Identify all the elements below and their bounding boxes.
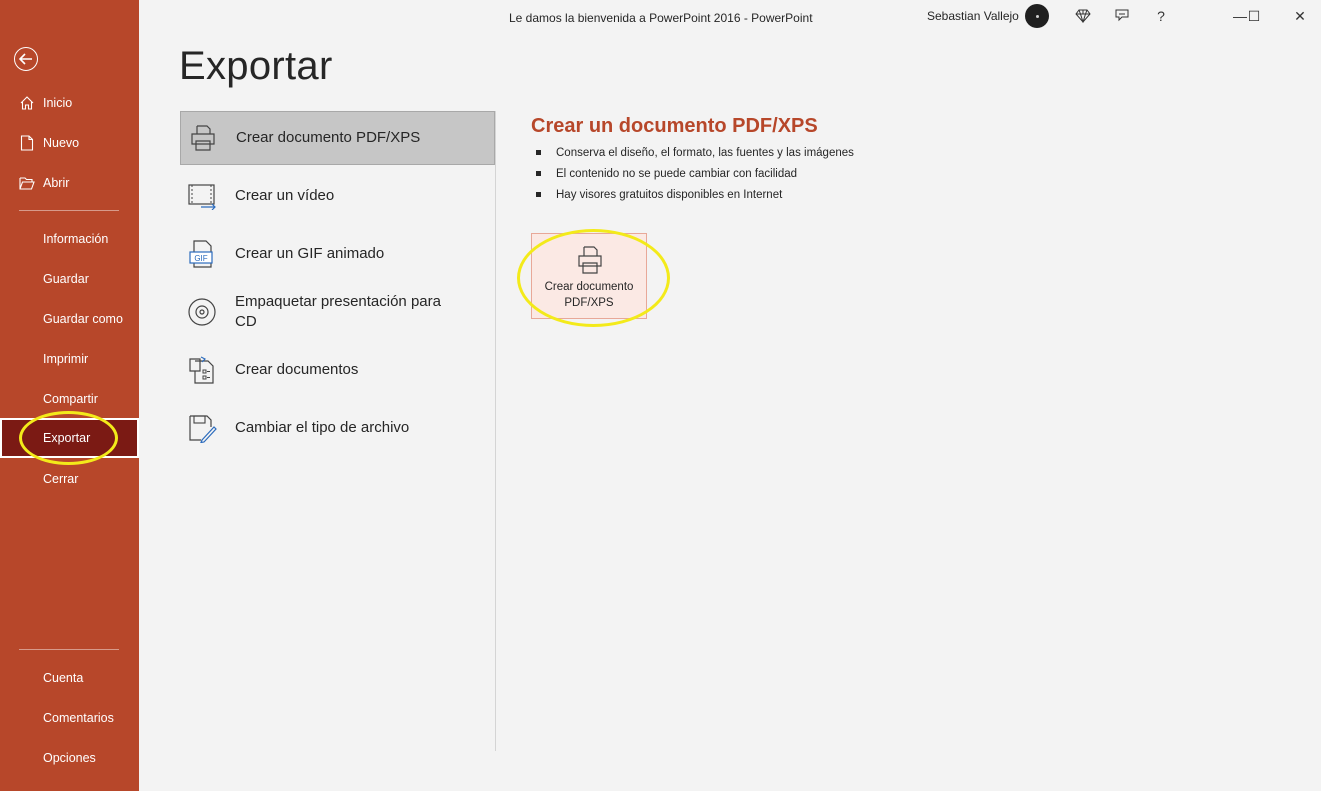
nav-item-inicio[interactable]: Inicio [0, 83, 139, 123]
video-icon [187, 180, 217, 212]
detail-bullet: Hay visores gratuitos disponibles en Int… [535, 187, 854, 208]
detail-bullet: El contenido no se puede cambiar con fac… [535, 166, 854, 187]
pdf-document-icon [188, 122, 218, 154]
nav-item-cuenta[interactable]: Cuenta [0, 658, 139, 698]
detail-title: Crear un documento PDF/XPS [531, 115, 818, 137]
nav-item-label: Información [43, 232, 109, 246]
change-file-type-icon [187, 412, 217, 444]
export-option-package-cd[interactable]: Empaquetar presentación para CD [180, 285, 495, 339]
pane-divider [495, 111, 496, 751]
window-title: Le damos la bienvenida a PowerPoint 2016… [509, 11, 813, 25]
nav-item-label: Comentarios [43, 711, 114, 725]
nav-item-cerrar[interactable]: Cerrar [0, 459, 139, 499]
gif-icon-text: GIF [194, 254, 207, 263]
detail-bullet-list: Conserva el diseño, el formato, las fuen… [535, 145, 854, 208]
nav-item-opciones[interactable]: Opciones [0, 738, 139, 778]
detail-bullet: Conserva el diseño, el formato, las fuen… [535, 145, 854, 166]
nav-item-label: Inicio [43, 96, 73, 110]
nav-item-label: Nuevo [43, 136, 80, 150]
nav-item-imprimir[interactable]: Imprimir [0, 339, 139, 379]
nav-item-informacion[interactable]: Información [0, 219, 139, 259]
nav-item-label: Compartir [43, 392, 98, 406]
export-option-label: Crear un vídeo [235, 187, 335, 204]
create-pdf-xps-button-label: Crear documento PDF/XPS [544, 281, 634, 309]
pdf-document-icon [575, 245, 605, 275]
nav-divider [19, 649, 119, 650]
export-option-gif[interactable]: GIF Crear un GIF animado [180, 227, 495, 281]
nav-item-label: Opciones [43, 751, 96, 765]
nav-item-label: Exportar [43, 431, 91, 445]
diamond-icon[interactable] [1070, 4, 1096, 28]
export-option-change-file-type[interactable]: Cambiar el tipo de archivo [180, 401, 495, 455]
nav-divider [19, 210, 119, 211]
backstage-sidebar: Inicio Nuevo Abrir Información Guardar G… [0, 0, 139, 791]
back-arrow-icon [19, 53, 32, 65]
nav-item-guardar[interactable]: Guardar [0, 259, 139, 299]
title-bar: Le damos la bienvenida a PowerPoint 2016… [139, 0, 1321, 34]
nav-item-label: Guardar [43, 272, 89, 286]
feedback-icon[interactable] [1109, 4, 1135, 28]
nav-item-compartir[interactable]: Compartir [0, 379, 139, 419]
account-user-name[interactable]: Sebastian Vallejo [927, 9, 1019, 23]
export-option-handouts[interactable]: Crear documentos [180, 343, 495, 397]
gif-icon: GIF [187, 238, 217, 270]
nav-item-abrir[interactable]: Abrir [0, 163, 139, 203]
nav-item-comentarios[interactable]: Comentarios [0, 698, 139, 738]
export-option-label: Crear un GIF animado [235, 245, 385, 262]
handouts-icon [187, 354, 217, 386]
back-button[interactable] [14, 47, 38, 71]
nav-item-label: Abrir [43, 176, 70, 190]
close-button[interactable]: ✕ [1287, 4, 1313, 28]
home-icon [19, 95, 35, 111]
export-option-label: Empaquetar presentación para CD [235, 293, 441, 330]
nav-item-label: Cuenta [43, 671, 84, 685]
export-option-label: Cambiar el tipo de archivo [235, 419, 410, 436]
nav-item-nuevo[interactable]: Nuevo [0, 123, 139, 163]
export-option-video[interactable]: Crear un vídeo [180, 169, 495, 223]
avatar[interactable] [1025, 4, 1049, 28]
nav-item-label: Cerrar [43, 472, 79, 486]
export-option-label: Crear documento PDF/XPS [236, 129, 421, 146]
new-document-icon [19, 135, 35, 151]
page-title: Exportar [179, 44, 333, 88]
create-pdf-xps-button[interactable]: Crear documento PDF/XPS [531, 233, 647, 319]
maximize-button[interactable]: ☐ [1241, 4, 1267, 28]
nav-item-exportar[interactable]: Exportar [0, 418, 139, 458]
export-option-label: Crear documentos [235, 361, 359, 378]
nav-item-guardar-como[interactable]: Guardar como [0, 299, 139, 339]
nav-item-label: Imprimir [43, 352, 89, 366]
help-button[interactable]: ? [1148, 4, 1174, 28]
open-folder-icon [19, 175, 35, 191]
export-option-pdf-xps[interactable]: Crear documento PDF/XPS [180, 111, 495, 165]
nav-item-label: Guardar como [43, 312, 123, 326]
cd-icon [187, 296, 217, 328]
